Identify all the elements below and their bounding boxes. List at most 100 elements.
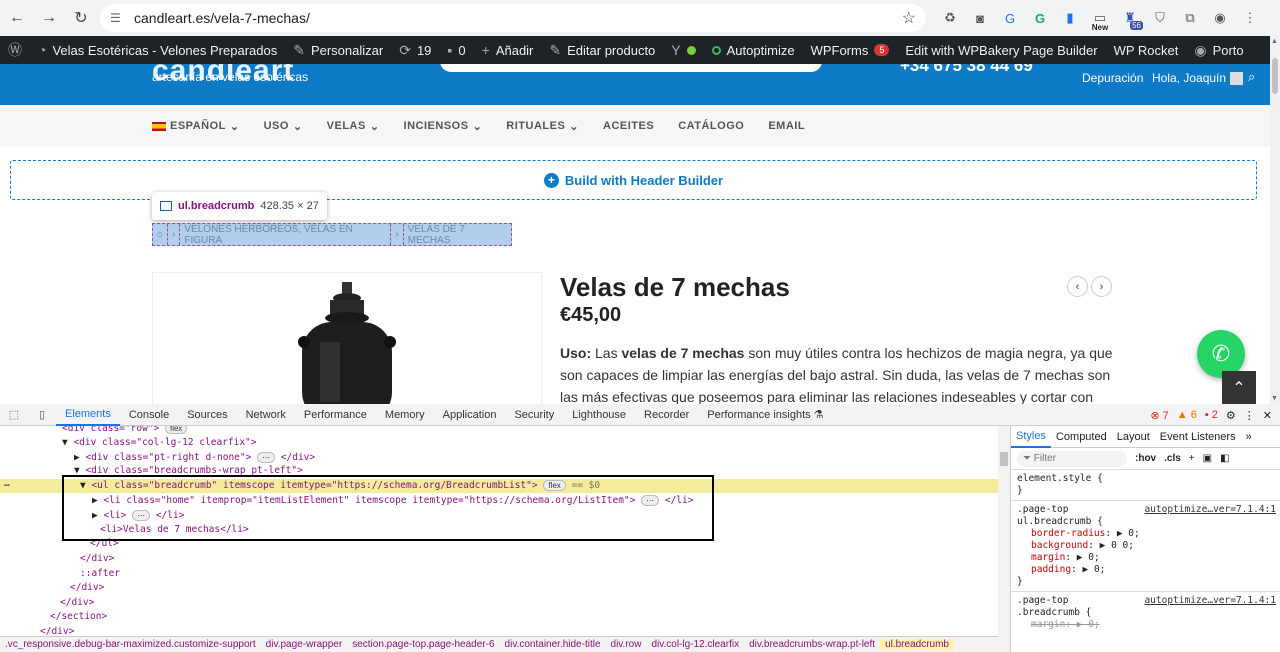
styles-filter-input[interactable]: ⏷ Filter: [1017, 450, 1127, 467]
dom-node[interactable]: </section>: [50, 610, 107, 624]
css-property[interactable]: padding: ▶ 0;: [1017, 564, 1274, 576]
debug-link[interactable]: Depuración: [1082, 71, 1143, 85]
css-property[interactable]: background: ▶ 0 0;: [1017, 540, 1274, 552]
extension-new-icon[interactable]: ▭ New: [1085, 4, 1115, 32]
dom-node[interactable]: ::after: [80, 567, 120, 581]
tab-styles[interactable]: Styles: [1011, 426, 1051, 448]
extension-shield-icon[interactable]: ⛉: [1145, 4, 1175, 32]
wpbar-site-name[interactable]: ◔ Velas Esotéricas - Velones Preparados: [30, 42, 285, 58]
user-greeting[interactable]: Hola, Joaquín: [1152, 71, 1244, 85]
menu-item-rituales[interactable]: RITUALES ⌄: [506, 120, 579, 133]
next-product-icon[interactable]: ›: [1091, 276, 1112, 297]
dom-node[interactable]: ▼ <div class="col-lg-12 clearfix">: [62, 436, 256, 450]
css-property[interactable]: margin: ▶ 0;: [1017, 552, 1274, 564]
menu-item-espanol[interactable]: ESPAÑOL ⌄: [152, 120, 240, 133]
tab-performance[interactable]: Performance: [295, 404, 376, 426]
extension-docs-icon[interactable]: ▮: [1055, 4, 1085, 32]
tab-sources[interactable]: Sources: [178, 404, 236, 426]
page-scrollbar[interactable]: ▲ ▼: [1270, 36, 1280, 404]
tab-performance-insights[interactable]: Performance insights ⚗: [698, 404, 832, 426]
dom-crumb[interactable]: .vc_responsive.debug-bar-maximized.custo…: [0, 639, 261, 650]
computed-toggle-icon[interactable]: ▣: [1203, 453, 1212, 464]
cls-toggle[interactable]: .cls: [1164, 453, 1181, 464]
menu-item-email[interactable]: EMAIL: [768, 120, 805, 132]
elements-scrollbar[interactable]: [998, 426, 1010, 652]
menu-item-velas[interactable]: VELAS ⌄: [327, 120, 380, 133]
inspect-element-icon[interactable]: ⬚: [0, 408, 28, 421]
extension-grammarly-icon[interactable]: G: [1025, 4, 1055, 32]
site-phone[interactable]: +34 675 38 44 69: [900, 64, 1033, 76]
dom-crumb[interactable]: div.container.hide-title: [500, 639, 606, 650]
dom-crumb[interactable]: div.row: [606, 639, 647, 650]
prev-product-icon[interactable]: ‹: [1067, 276, 1088, 297]
sidebar-toggle-icon[interactable]: ◧: [1220, 453, 1229, 464]
dom-node[interactable]: </div>: [80, 552, 114, 566]
tab-computed[interactable]: Computed: [1051, 431, 1112, 443]
tab-lighthouse[interactable]: Lighthouse: [563, 404, 635, 426]
style-source-link[interactable]: autoptimize…ver=7.1.4:1: [1144, 504, 1276, 516]
tab-layout[interactable]: Layout: [1112, 431, 1155, 443]
elements-scroll-thumb[interactable]: [1000, 452, 1008, 466]
tab-network[interactable]: Network: [237, 404, 295, 426]
warning-count[interactable]: ▲ 6: [1177, 409, 1197, 421]
wpbar-wprocket[interactable]: WP Rocket: [1106, 43, 1187, 58]
wpbar-comments[interactable]: ▪ 0: [439, 42, 473, 58]
bookmark-star-icon[interactable]: ☆: [902, 8, 916, 28]
tab-application[interactable]: Application: [434, 404, 506, 426]
device-toolbar-icon[interactable]: ▯: [28, 408, 56, 421]
wpbar-yoast[interactable]: Y: [663, 42, 703, 58]
dom-node[interactable]: </div>: [60, 596, 94, 610]
site-info-icon[interactable]: ☰: [110, 11, 128, 25]
more-tabs-icon[interactable]: »: [1241, 431, 1257, 443]
menu-item-uso[interactable]: USO ⌄: [264, 120, 303, 133]
dom-crumb[interactable]: div.page-wrapper: [261, 639, 348, 650]
scroll-down-icon[interactable]: ▼: [1271, 395, 1278, 402]
address-bar[interactable]: ☰ candleart.es/vela-7-mechas/ ☆: [100, 4, 926, 32]
style-rule-page-top-breadcrumb[interactable]: autoptimize…ver=7.1.4:1 .page-top ul.bre…: [1011, 501, 1280, 592]
extension-camera-icon[interactable]: ◙: [965, 4, 995, 32]
settings-gear-icon[interactable]: ⚙: [1226, 409, 1236, 422]
breadcrumb-home-icon[interactable]: ⌂: [153, 224, 169, 245]
browser-menu-icon[interactable]: ⋮: [1235, 4, 1265, 32]
dom-node[interactable]: ▶ <div class="pt-right d-none"> ⋯ </div>: [74, 451, 315, 465]
dom-crumb[interactable]: div.col-lg-12.clearfix: [646, 639, 744, 650]
wpbar-wpbakery[interactable]: Edit with WPBakery Page Builder: [897, 43, 1105, 58]
wpbar-add-new[interactable]: + Añadir: [474, 42, 542, 58]
site-search-box[interactable]: [440, 64, 822, 72]
tab-recorder[interactable]: Recorder: [635, 404, 698, 426]
more-options-icon[interactable]: ⋮: [1244, 409, 1255, 422]
scroll-to-top-icon[interactable]: ⌃: [1222, 371, 1256, 404]
menu-item-aceites[interactable]: ACEITES: [603, 120, 654, 132]
new-rule-icon[interactable]: +: [1189, 453, 1195, 464]
style-source-link[interactable]: autoptimize…ver=7.1.4:1: [1144, 595, 1276, 607]
wpbar-autoptimize[interactable]: Autoptimize: [704, 43, 803, 58]
wp-logo-icon[interactable]: Ⓦ: [0, 40, 30, 60]
css-property[interactable]: border-radius: ▶ 0;: [1017, 528, 1274, 540]
breadcrumb-categories[interactable]: VELONES HERBÓREOS, VELAS EN FIGURA: [180, 224, 392, 246]
wpbar-updates[interactable]: ⟳ 19: [391, 42, 439, 59]
hov-toggle[interactable]: :hov: [1135, 453, 1156, 464]
extension-translate-icon[interactable]: G: [995, 4, 1025, 32]
scroll-thumb[interactable]: [1272, 58, 1278, 94]
wpbar-edit-product[interactable]: ✎ Editar producto: [541, 42, 663, 59]
error-count[interactable]: ⊗ 7: [1150, 409, 1168, 422]
tab-elements[interactable]: Elements: [56, 404, 120, 426]
close-devtools-icon[interactable]: ✕: [1263, 409, 1272, 422]
admin-search-icon[interactable]: ⌕: [1248, 69, 1255, 85]
extensions-puzzle-icon[interactable]: ⧉: [1175, 4, 1205, 32]
forward-icon[interactable]: →: [34, 3, 64, 33]
profile-avatar-icon[interactable]: ◉: [1205, 4, 1235, 32]
dom-crumb[interactable]: div.breadcrumbs-wrap.pt-left: [744, 639, 880, 650]
wpbar-customize[interactable]: ✎ Personalizar: [285, 42, 391, 59]
wpbar-porto[interactable]: ◉ Porto: [1186, 42, 1251, 59]
wpbar-wpforms[interactable]: WPForms 5: [803, 43, 898, 58]
menu-item-inciensos[interactable]: INCIENSOS ⌄: [404, 120, 483, 133]
back-icon[interactable]: ←: [2, 3, 32, 33]
dom-crumb-current[interactable]: ul.breadcrumb: [880, 639, 954, 650]
extension-castle-icon[interactable]: ♜ 56: [1115, 4, 1145, 32]
issues-count[interactable]: ▪ 2: [1205, 409, 1218, 421]
dom-crumb[interactable]: section.page-top.page-header-6: [347, 639, 499, 650]
style-rule-page-top-breadcrumb-2[interactable]: autoptimize…ver=7.1.4:1 .page-top .bread…: [1011, 592, 1280, 634]
menu-item-catalogo[interactable]: CATÁLOGO: [678, 120, 744, 132]
css-property-overridden[interactable]: margin: ▶ 0;: [1017, 619, 1274, 631]
